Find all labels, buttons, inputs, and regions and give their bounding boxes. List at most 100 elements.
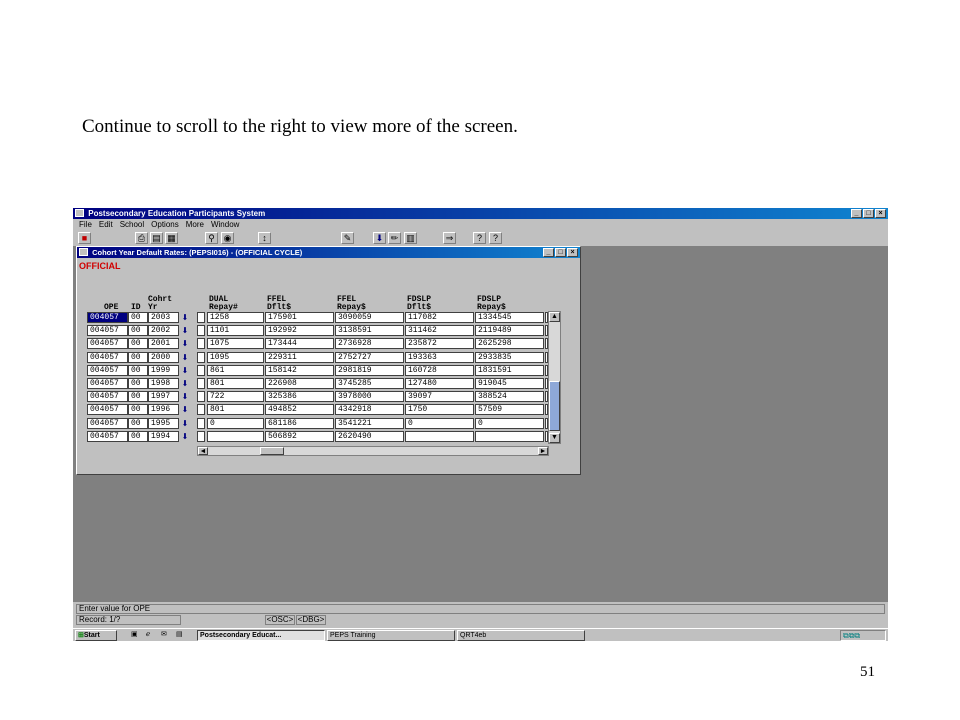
- form-close-button[interactable]: ×: [567, 248, 578, 257]
- clear-icon[interactable]: ◉: [221, 232, 234, 244]
- cell-id[interactable]: 00: [128, 378, 148, 389]
- cell-cohort-yr[interactable]: 1997: [148, 391, 179, 403]
- cell-fdslp-repay[interactable]: 388524: [475, 391, 544, 403]
- cell-ffel-repay[interactable]: 2736928: [335, 338, 404, 350]
- list-of-values-icon[interactable]: ⬇: [180, 325, 190, 336]
- cell-ffel-repay[interactable]: 2620490: [335, 430, 404, 442]
- cell-fdslp-dflt[interactable]: 1750: [405, 404, 474, 416]
- edit-icon[interactable]: ✎: [341, 232, 354, 244]
- row-checkbox[interactable]: [197, 351, 205, 363]
- cell-dual-repay[interactable]: 861: [207, 364, 264, 376]
- list-of-values-icon[interactable]: ⬇: [180, 312, 190, 323]
- cell-fdslp-repay[interactable]: 57509: [475, 404, 544, 416]
- cell-ope[interactable]: 004057: [87, 364, 128, 376]
- cell-ope[interactable]: 004057: [87, 325, 128, 337]
- scroll-right-button[interactable]: ►: [538, 447, 548, 455]
- form-minimize-button[interactable]: _: [543, 248, 554, 257]
- cell-cohort-yr[interactable]: 2001: [148, 338, 179, 350]
- list-of-values-icon[interactable]: ⬇: [180, 352, 190, 363]
- list-of-values-icon[interactable]: ⬇: [180, 404, 190, 415]
- cell-cohort-yr[interactable]: 2003: [148, 312, 179, 323]
- cell-fdslp-dflt[interactable]: 311462: [405, 325, 474, 337]
- ie-icon[interactable]: ℯ: [144, 630, 157, 641]
- row-checkbox[interactable]: [197, 404, 205, 416]
- cell-ffel-dflt[interactable]: 494852: [265, 404, 334, 416]
- cell-cohort-yr[interactable]: 2002: [148, 325, 179, 337]
- cell-ffel-dflt[interactable]: 158142: [265, 364, 334, 376]
- cell-ffel-repay[interactable]: 3745285: [335, 378, 404, 389]
- cell-fdslp-repay[interactable]: 0: [475, 417, 544, 429]
- desktop-icon[interactable]: ▣: [129, 630, 142, 641]
- cell-ffel-dflt[interactable]: 226908: [265, 378, 334, 389]
- scroll-down-button[interactable]: ▼: [549, 433, 560, 443]
- insert-record-icon[interactable]: ↕: [258, 232, 271, 244]
- pencil-icon[interactable]: ✏: [388, 232, 401, 244]
- cell-fdslp-repay[interactable]: 1334545: [475, 312, 544, 323]
- cell-fdslp-dflt[interactable]: 160728: [405, 364, 474, 376]
- cell-cohort-yr[interactable]: 1999: [148, 364, 179, 376]
- cell-id[interactable]: 00: [128, 312, 148, 323]
- save-icon[interactable]: ▦: [165, 232, 178, 244]
- list-of-values-icon[interactable]: ⬇: [180, 418, 190, 429]
- scroll-up-button[interactable]: ▲: [549, 312, 560, 322]
- outlook-icon[interactable]: ✉: [159, 630, 172, 641]
- cell-ope[interactable]: 004057: [87, 312, 128, 323]
- cell-ffel-dflt[interactable]: 506892: [265, 430, 334, 442]
- cell-ope[interactable]: 004057: [87, 417, 128, 429]
- question-icon[interactable]: ?: [489, 232, 502, 244]
- list-of-values-icon[interactable]: ⬇: [180, 338, 190, 349]
- menu-file[interactable]: File: [79, 219, 92, 230]
- cell-dual-repay[interactable]: 1095: [207, 351, 264, 363]
- menu-options[interactable]: Options: [151, 219, 179, 230]
- keys-icon[interactable]: ⇒: [443, 232, 456, 244]
- menu-school[interactable]: School: [120, 219, 144, 230]
- list-of-values-icon[interactable]: ⬇: [180, 431, 190, 442]
- start-button[interactable]: ⊞Start: [75, 630, 117, 641]
- cell-cohort-yr[interactable]: 1994: [148, 430, 179, 442]
- maximize-button[interactable]: □: [863, 209, 874, 218]
- cell-ffel-repay[interactable]: 3138591: [335, 325, 404, 337]
- row-checkbox[interactable]: [197, 417, 205, 429]
- cell-dual-repay[interactable]: 801: [207, 404, 264, 416]
- cell-ffel-dflt[interactable]: 229311: [265, 351, 334, 363]
- cell-ffel-repay[interactable]: 3978000: [335, 391, 404, 403]
- cell-ffel-repay[interactable]: 2752727: [335, 351, 404, 363]
- cell-fdslp-dflt[interactable]: [405, 430, 474, 442]
- cell-fdslp-dflt[interactable]: 117082: [405, 312, 474, 323]
- cell-id[interactable]: 00: [128, 351, 148, 363]
- menu-edit[interactable]: Edit: [99, 219, 113, 230]
- cell-ffel-repay[interactable]: 3090059: [335, 312, 404, 323]
- preview-icon[interactable]: ▤: [150, 232, 163, 244]
- cell-ffel-dflt[interactable]: 173444: [265, 338, 334, 350]
- row-checkbox[interactable]: [197, 325, 205, 337]
- cell-ffel-dflt[interactable]: 325386: [265, 391, 334, 403]
- cell-fdslp-dflt[interactable]: 193363: [405, 351, 474, 363]
- list-of-values-icon[interactable]: ⬇: [180, 365, 190, 376]
- help-icon[interactable]: ?: [473, 232, 486, 244]
- menu-window[interactable]: Window: [211, 219, 239, 230]
- cell-ffel-repay[interactable]: 3541221: [335, 417, 404, 429]
- h-scroll-thumb[interactable]: [260, 447, 284, 455]
- cell-ope[interactable]: 004057: [87, 391, 128, 403]
- cell-cohort-yr[interactable]: 2000: [148, 351, 179, 363]
- cell-cohort-yr[interactable]: 1996: [148, 404, 179, 416]
- cell-fdslp-repay[interactable]: 2933835: [475, 351, 544, 363]
- taskbar-item-training[interactable]: PEPS Training: [327, 630, 455, 641]
- list-of-values-icon[interactable]: ⬇: [180, 391, 190, 402]
- row-checkbox[interactable]: [197, 378, 205, 389]
- cell-ffel-dflt[interactable]: 192992: [265, 325, 334, 337]
- menu-more[interactable]: More: [186, 219, 204, 230]
- cell-id[interactable]: 00: [128, 325, 148, 337]
- cell-cohort-yr[interactable]: 1998: [148, 378, 179, 389]
- cell-ffel-repay[interactable]: 4342918: [335, 404, 404, 416]
- cell-ffel-dflt[interactable]: 681186: [265, 417, 334, 429]
- row-checkbox[interactable]: [197, 430, 205, 442]
- cell-fdslp-dflt[interactable]: 39097: [405, 391, 474, 403]
- cell-fdslp-repay[interactable]: 1831591: [475, 364, 544, 376]
- cell-fdslp-repay[interactable]: [475, 430, 544, 442]
- row-checkbox[interactable]: [197, 312, 205, 323]
- print-icon[interactable]: ⎙: [135, 232, 148, 244]
- cell-fdslp-repay[interactable]: 2119489: [475, 325, 544, 337]
- cell-id[interactable]: 00: [128, 338, 148, 350]
- cell-ope[interactable]: 004057: [87, 404, 128, 416]
